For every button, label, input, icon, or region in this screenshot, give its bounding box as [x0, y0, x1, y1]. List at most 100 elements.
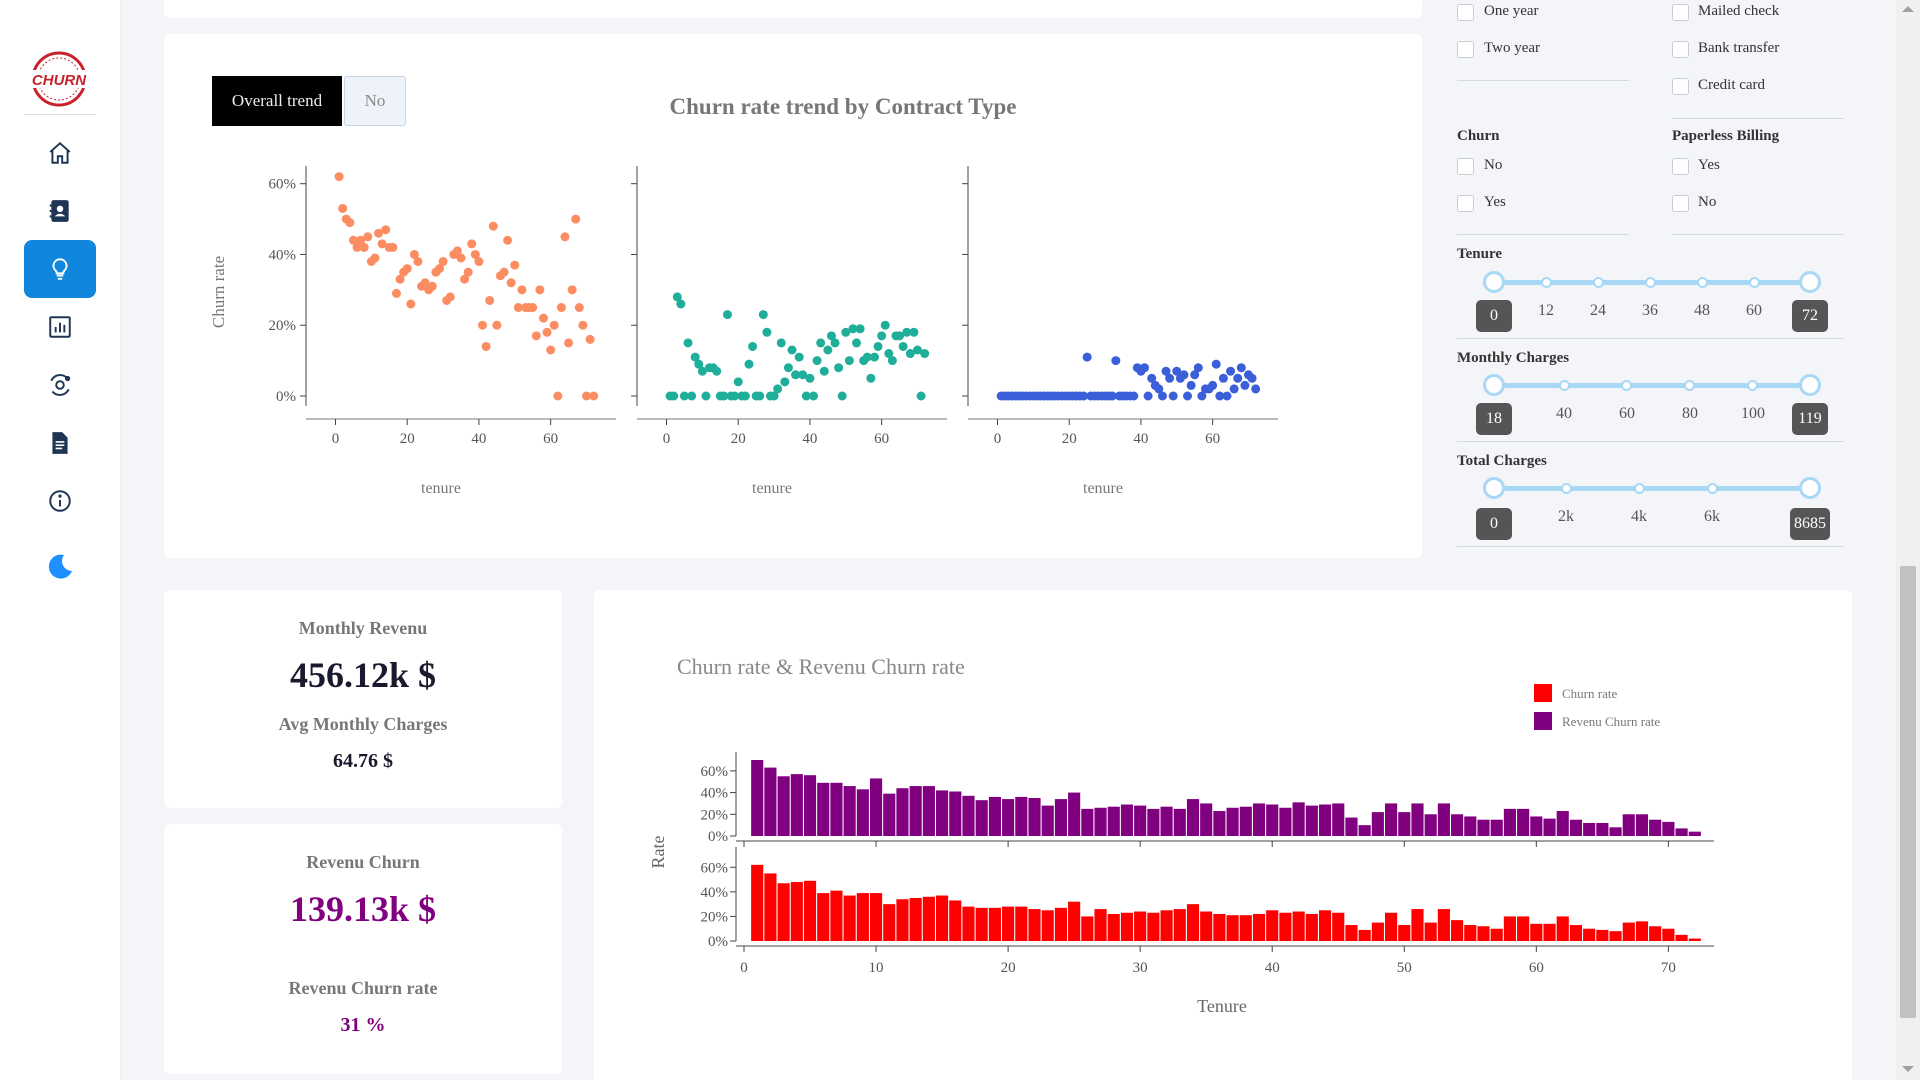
monthly-charges-tick: 40: [1556, 405, 1572, 422]
contract-one-year-checkbox[interactable]: [1457, 4, 1474, 21]
scatter-point: [510, 260, 520, 270]
bar: [1081, 808, 1094, 836]
bar: [1543, 818, 1556, 836]
y-axis-label: Churn rate: [209, 256, 228, 328]
bar: [1147, 808, 1160, 836]
lightbulb-icon: [52, 258, 68, 280]
bar: [1252, 913, 1266, 941]
bar: [1345, 817, 1358, 836]
bar: [909, 898, 922, 941]
total-charges-max-handle[interactable]: [1799, 477, 1821, 499]
nav-insights[interactable]: [24, 240, 96, 298]
theme-toggle[interactable]: [24, 538, 96, 596]
contract-two-year-checkbox[interactable]: [1457, 41, 1474, 58]
scatter-point: [1226, 366, 1236, 376]
monthly-charges-slider-mark: [1621, 380, 1632, 391]
bar: [1226, 807, 1239, 836]
scatter-point: [535, 285, 545, 295]
monthly-charges-min-handle[interactable]: [1483, 374, 1505, 396]
monthly-charges-slider-mark: [1559, 380, 1570, 391]
scroll-down-icon[interactable]: [1902, 1066, 1914, 1072]
bar: [1530, 816, 1543, 836]
bar: [909, 786, 922, 836]
churn-filter-title: Churn: [1457, 128, 1500, 144]
bar: [1596, 929, 1609, 941]
total-charges-min-handle[interactable]: [1483, 477, 1505, 499]
tenure-slider-mark: [1697, 277, 1708, 288]
document-icon: [52, 432, 68, 454]
monthly-charges-slider-track[interactable]: [1494, 383, 1810, 388]
revenue-churn-card: Revenu Churn 139.13k $ Revenu Churn rate…: [164, 824, 562, 1074]
bar: [1622, 814, 1635, 836]
churn-rate-bar-card: Churn rate & Revenu Churn rate Churn rate…: [594, 590, 1852, 1080]
divider: [1672, 118, 1844, 119]
payment-credit-card-checkbox[interactable]: [1672, 78, 1689, 95]
bar: [1239, 915, 1252, 941]
bar: [1384, 912, 1398, 941]
churn-logo[interactable]: CHURN: [26, 48, 92, 110]
bar: [1292, 802, 1305, 836]
bar: [1068, 901, 1081, 941]
bar: [1464, 925, 1477, 941]
scrollbar-thumb[interactable]: [1900, 566, 1916, 1018]
bar: [751, 760, 764, 836]
bar: [1186, 904, 1200, 941]
bar: [1107, 913, 1120, 941]
paperless-yes-checkbox[interactable]: [1672, 158, 1689, 175]
bar: [1556, 811, 1569, 836]
scatter-point: [823, 345, 833, 355]
payment-mailed-check-checkbox[interactable]: [1672, 4, 1689, 21]
tenure-slider-mark: [1645, 277, 1656, 288]
churn-no-checkbox[interactable]: [1457, 158, 1474, 175]
total-charges-slider-track[interactable]: [1494, 486, 1810, 491]
y-tick-label: 20%: [701, 909, 729, 925]
scatter-point: [413, 257, 423, 267]
bar: [975, 800, 988, 836]
bar: [1543, 923, 1556, 941]
bar: [962, 906, 975, 941]
nav-contacts[interactable]: [24, 182, 96, 240]
tenure-max-handle[interactable]: [1799, 271, 1821, 293]
bar: [1002, 906, 1015, 941]
scatter-point: [334, 172, 344, 182]
tenure-slider-mark: [1541, 277, 1552, 288]
x-axis-label: tenure: [421, 480, 461, 497]
tenure-min-handle[interactable]: [1483, 271, 1505, 293]
bar: [949, 900, 962, 941]
bar: [1384, 803, 1398, 836]
nav-documents[interactable]: [24, 414, 96, 472]
paperless-no-checkbox[interactable]: [1672, 195, 1689, 212]
bar: [1688, 938, 1701, 941]
scatter-point: [1140, 363, 1150, 373]
legend-swatch: [1534, 684, 1552, 702]
total-charges-max-value: 8685: [1790, 508, 1830, 540]
x-tick-label: 60: [1205, 431, 1220, 447]
churn-yes-checkbox[interactable]: [1457, 195, 1474, 212]
page-scrollbar[interactable]: [1896, 0, 1920, 1080]
y-tick-label: 60%: [701, 860, 729, 876]
scatter-point: [834, 363, 844, 373]
bar: [1358, 929, 1371, 941]
scatter-point: [391, 288, 401, 298]
monthly-charges-max-handle[interactable]: [1799, 374, 1821, 396]
sidebar: CHURN: [0, 0, 120, 1080]
nav-about[interactable]: [24, 472, 96, 530]
y-axis-label: Rate: [648, 836, 668, 869]
monthly-charges-tick: 60: [1619, 405, 1635, 422]
bar: [1332, 912, 1345, 941]
scatter-point: [701, 391, 711, 401]
contract-one-year-label: One year: [1484, 3, 1539, 19]
nav-analytics[interactable]: [24, 298, 96, 356]
legend-swatch: [1534, 712, 1552, 730]
scatter-point: [744, 359, 754, 369]
tenure-tick: 36: [1642, 302, 1658, 319]
scatter-point: [381, 225, 391, 235]
payment-bank-transfer-checkbox[interactable]: [1672, 41, 1689, 58]
bar: [1292, 911, 1305, 941]
divider: [1457, 338, 1844, 339]
nav-orbit[interactable]: [24, 356, 96, 414]
bar: [1002, 799, 1015, 836]
nav-home[interactable]: [24, 124, 96, 182]
scroll-up-icon[interactable]: [1902, 6, 1914, 12]
scatter-point: [564, 338, 574, 348]
